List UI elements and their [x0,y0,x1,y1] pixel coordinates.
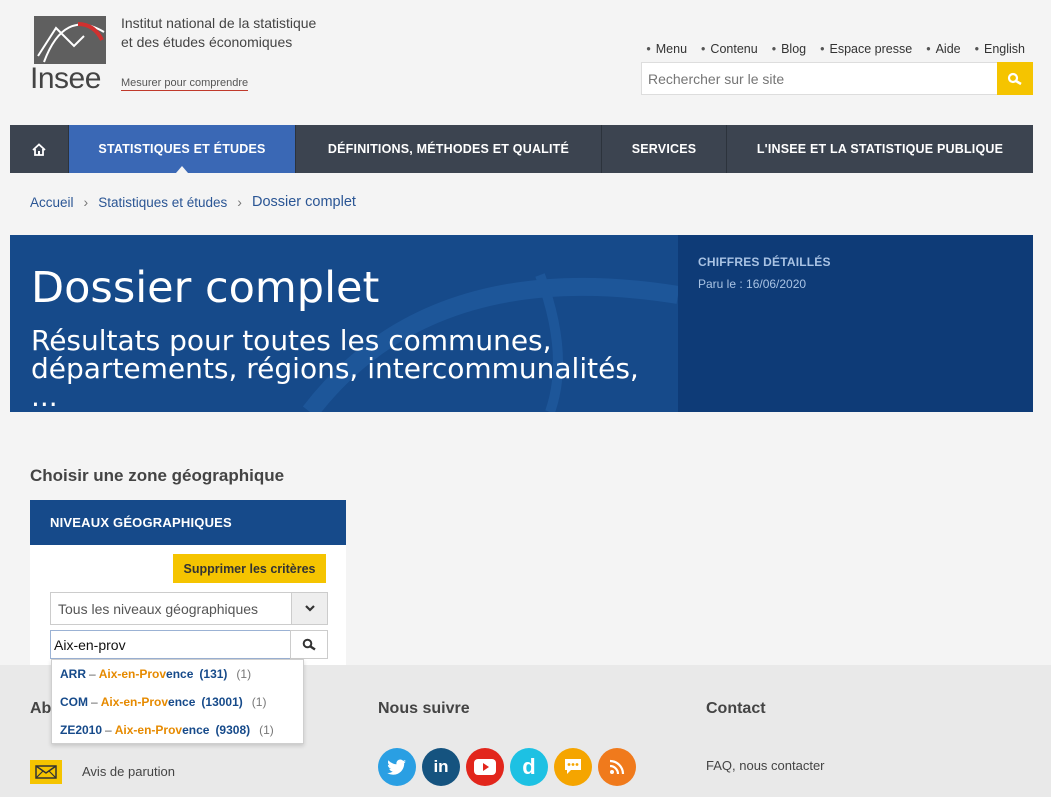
twitter-icon[interactable] [378,748,416,786]
blog-icon[interactable] [554,748,592,786]
chevron-down-icon [291,593,327,624]
logo-emblem [34,16,106,64]
suggestion-id: (9308) [215,723,251,737]
suggestion-id: (131) [199,667,228,681]
dailymotion-icon[interactable]: d [510,748,548,786]
suggestion-rest: ence [166,667,194,681]
suggestion-separator: – [105,723,112,737]
suggestion-count: (1) [259,723,274,737]
suggestion-item[interactable]: ZE2010 – Aix-en-Prov ence (9308) (1) [52,716,303,744]
suggestion-item[interactable]: ARR – Aix-en-Prov ence (131) (1) [52,660,303,688]
page-subtitle: Résultats pour toutes les communes, dépa… [31,324,639,412]
top-link-menu[interactable]: Menu [646,42,687,56]
geo-suggestions-dropdown: ARR – Aix-en-Prov ence (131) (1) COM – Ai… [51,659,304,744]
top-links: Menu Contenu Blog Espace presse Aide Eng… [646,42,1025,56]
banner-main: Dossier complet Résultats pour toutes le… [10,235,678,412]
social-links: in d [378,748,636,786]
footer-contact-title: Contact [706,700,766,717]
footer-col1-title: Ab [30,700,52,717]
banner-meta: CHIFFRES DÉTAILLÉS Paru le : 16/06/2020 [678,235,1033,412]
top-link-english[interactable]: English [975,42,1025,56]
rss-icon[interactable] [598,748,636,786]
suggestion-separator: – [91,695,98,709]
avis-parution-link[interactable]: Avis de parution [82,764,175,779]
geo-search-button[interactable] [290,630,328,659]
suggestion-count: (1) [236,667,252,681]
chevron-right-icon: › [83,194,89,210]
top-link-contenu[interactable]: Contenu [701,42,757,56]
breadcrumb: Accueil › Statistiques et études › Dossi… [30,194,356,210]
breadcrumb-current: Dossier complet [251,194,356,210]
suggestion-rest: ence [182,723,210,737]
nav-services[interactable]: SERVICES [602,125,727,173]
nav-definitions[interactable]: DÉFINITIONS, MÉTHODES ET QUALITÉ [296,125,602,173]
faq-contact-link[interactable]: FAQ, nous contacter [706,758,825,773]
nav-home[interactable] [10,125,69,173]
top-link-espace-presse[interactable]: Espace presse [820,42,913,56]
youtube-icon[interactable] [466,748,504,786]
suggestion-match: Aix-en-Prov [98,667,167,681]
logo-text: Insee [30,62,101,95]
geo-panel-title: NIVEAUX GÉOGRAPHIQUES [30,500,346,545]
page-title: Dossier complet [31,263,380,313]
suggestion-count: (1) [251,695,267,709]
suggestion-match: Aix-en-Prov [100,695,169,709]
geo-panel: NIVEAUX GÉOGRAPHIQUES Supprimer les crit… [30,500,346,668]
org-name: Institut national de la statistique et d… [121,14,361,52]
clear-criteria-button[interactable]: Supprimer les critères [173,554,326,583]
page-banner: Dossier complet Résultats pour toutes le… [10,235,1033,412]
nav-statistiques-etudes[interactable]: STATISTIQUES ET ÉTUDES [69,125,296,173]
site-search-button[interactable] [997,62,1033,95]
suggestion-rest: ence [168,695,196,709]
main-nav: STATISTIQUES ET ÉTUDES DÉFINITIONS, MÉTH… [10,125,1033,173]
suggestion-separator: – [89,667,96,681]
home-icon [32,142,46,156]
suggestion-code: COM [60,695,88,709]
suggestion-match: Aix-en-Prov [114,723,183,737]
breadcrumb-statistiques[interactable]: Statistiques et études [98,195,227,210]
geo-level-select[interactable]: Tous les niveaux géographiques [50,592,328,625]
site-search-input[interactable] [642,63,998,94]
site-search [641,62,1033,95]
banner-category: CHIFFRES DÉTAILLÉS [698,255,831,269]
search-icon [302,638,316,651]
top-link-blog[interactable]: Blog [772,42,806,56]
org-name-line2: et des études économiques [121,34,293,50]
geo-search-input[interactable] [50,630,291,659]
geo-level-select-value: Tous les niveaux géographiques [58,601,259,617]
tagline: Mesurer pour comprendre [121,77,249,91]
chevron-right-icon: › [237,194,242,210]
mail-icon[interactable] [30,760,62,784]
suggestion-id: (13001) [201,695,243,709]
search-icon [1007,72,1022,85]
breadcrumb-accueil[interactable]: Accueil [30,195,74,210]
footer-follow-title: Nous suivre [378,700,470,717]
nav-insee-statistique-publique[interactable]: L'INSEE ET LA STATISTIQUE PUBLIQUE [727,125,1033,173]
org-name-line1: Institut national de la statistique [121,15,317,31]
top-link-aide[interactable]: Aide [926,42,961,56]
suggestion-code: ARR [60,667,86,681]
insee-logo[interactable]: Insee [30,14,106,95]
suggestion-item[interactable]: COM – Aix-en-Prov ence (13001) (1) [52,688,303,716]
geo-section-title: Choisir une zone géographique [30,466,285,485]
banner-date: Paru le : 16/06/2020 [698,277,807,291]
linkedin-icon[interactable]: in [422,748,460,786]
suggestion-code: ZE2010 [60,723,103,737]
